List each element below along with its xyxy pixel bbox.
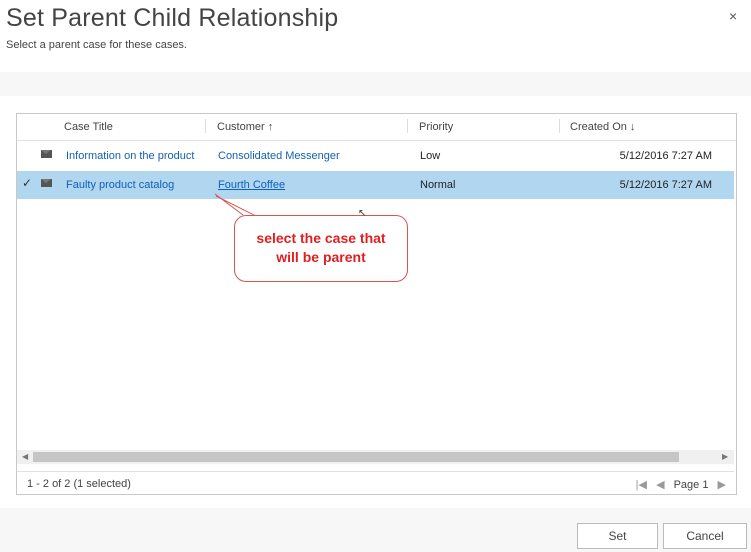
annotation-callout: select the case that will be parent [234,215,408,282]
mouse-cursor-icon: ↖ [358,208,367,219]
annotation-line-2: will be parent [276,249,366,265]
set-button[interactable]: Set [577,523,658,549]
annotation-line-1: select the case that [256,230,386,246]
cancel-button[interactable]: Cancel [663,523,747,549]
